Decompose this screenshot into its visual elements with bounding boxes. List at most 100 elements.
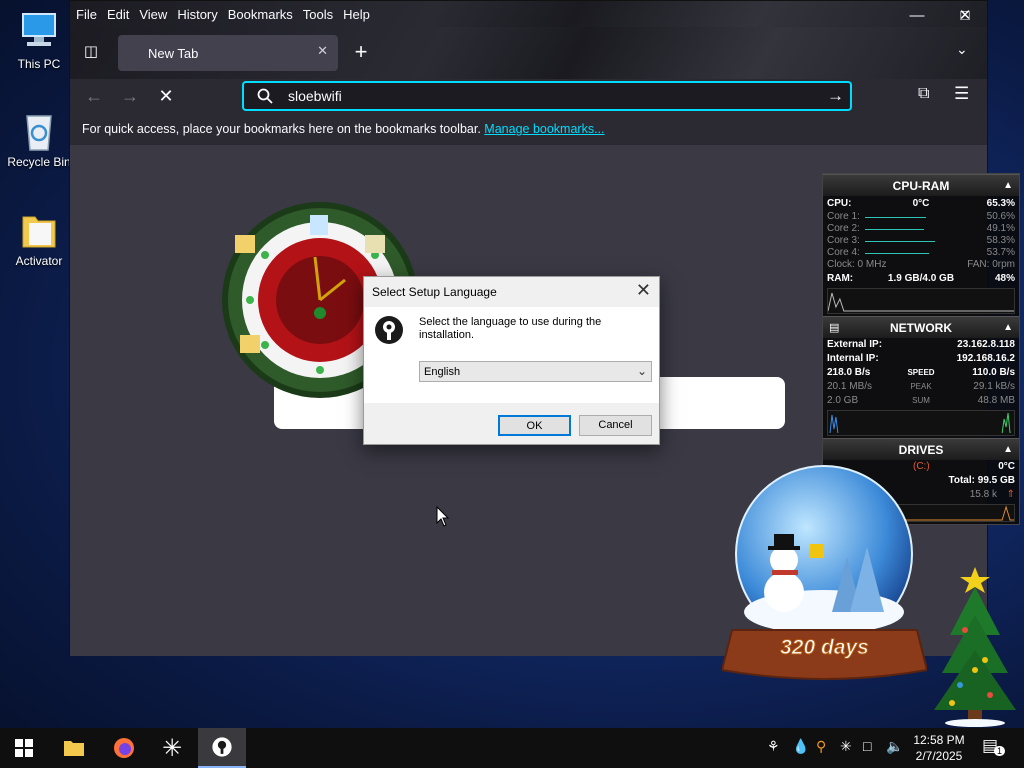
asterisk-app-icon: ✳: [161, 734, 183, 762]
fan-value: FAN: 0rpm: [967, 259, 1015, 270]
desktop-icon-recycle-bin[interactable]: Recycle Bin: [4, 108, 74, 169]
language-select[interactable]: English ⌄: [419, 361, 652, 382]
installer-icon: [375, 316, 403, 344]
menu-help[interactable]: Help: [343, 7, 370, 22]
file-explorer-button[interactable]: [50, 728, 98, 768]
go-arrow-icon[interactable]: →: [827, 86, 844, 106]
ram-value: 1.9 GB/4.0 GB: [887, 273, 955, 284]
peak-up: 29.1 kB/s: [973, 381, 1015, 392]
dialog-body: Select the language to use during the in…: [364, 307, 659, 403]
christmas-tree-widget: [934, 567, 1016, 727]
ram-row: RAM: 1.9 GB/4.0 GB 48%: [823, 271, 1019, 286]
language-selected-value: English: [424, 366, 461, 378]
desktop-icon-label: This PC: [17, 57, 61, 71]
url-bar[interactable]: sloebwifi →: [242, 81, 852, 111]
core-bar: [865, 253, 929, 254]
notification-center-button[interactable]: ▤ 1: [980, 736, 1006, 760]
stop-loading-button[interactable]: ✕: [152, 84, 180, 108]
core-label: Core 4:: [827, 247, 860, 258]
volume-icon[interactable]: 🔈: [886, 738, 903, 755]
app-menu-icon[interactable]: ☰: [954, 84, 969, 104]
desktop-icon-label: Activator: [15, 254, 63, 268]
network-graph-line: [829, 412, 1011, 434]
list-tabs-chevron-icon[interactable]: ⌄: [956, 41, 968, 58]
speed-up: 110.0 B/s: [972, 367, 1015, 378]
external-ip-label: External IP:: [827, 339, 883, 350]
menu-view[interactable]: View: [139, 7, 167, 22]
tab-close-icon[interactable]: ✕: [317, 43, 328, 59]
tab-title: New Tab: [148, 45, 199, 61]
dialog-message: Select the language to use during the in…: [419, 316, 602, 341]
clock-date: 2/7/2025: [915, 749, 963, 763]
menu-file[interactable]: File: [76, 7, 97, 22]
new-tab-button[interactable]: +: [348, 39, 374, 65]
cpu-usage: 65.3%: [986, 198, 1015, 209]
app-button[interactable]: ✳: [148, 728, 196, 768]
menu-tools[interactable]: Tools: [303, 7, 333, 22]
core-value: 58.3%: [986, 235, 1015, 246]
desktop-icon-activator[interactable]: Activator: [4, 207, 74, 268]
core-label: Core 3:: [827, 235, 860, 246]
ram-percent: 48%: [994, 273, 1015, 284]
firefox-button[interactable]: [100, 728, 148, 768]
extensions-icon[interactable]: ⧉: [918, 85, 929, 103]
clock-fan-row: Clock: 0 MHz FAN: 0rpm: [823, 259, 1019, 271]
monitor-icon: ▤: [829, 322, 840, 334]
core-value: 50.6%: [986, 211, 1015, 222]
recycle-bin-icon: [26, 115, 52, 151]
tab-new-tab[interactable]: New Tab ✕: [118, 35, 338, 71]
tab-manager-icon[interactable]: ◫: [80, 41, 102, 63]
collapse-icon[interactable]: ▲: [1003, 317, 1013, 339]
chevron-down-icon: ⌄: [636, 364, 647, 378]
computer-icon: [22, 13, 56, 46]
core-label: Core 1:: [827, 211, 860, 222]
menu-bookmarks[interactable]: Bookmarks: [228, 7, 293, 22]
search-icon: [257, 88, 273, 104]
folder-icon: [64, 741, 84, 756]
core-bar: [865, 229, 924, 230]
cpu-ram-header: CPU-RAM ▲: [823, 174, 1019, 196]
search-tray-icon[interactable]: ⚲: [816, 738, 826, 755]
droplet-icon[interactable]: 💧: [792, 738, 809, 755]
installer-taskbar-button[interactable]: [198, 728, 246, 768]
core-label: Core 2:: [827, 223, 860, 234]
cpu-graph-line: [827, 292, 1014, 312]
notification-count: 1: [994, 746, 1006, 756]
cancel-button[interactable]: Cancel: [579, 415, 652, 436]
dialog-close-icon[interactable]: ✕: [636, 280, 651, 301]
clock-time: 12:58 PM: [913, 733, 965, 747]
core-value: 49.1%: [986, 223, 1015, 234]
drive-total: Total: 99.5 GB: [948, 475, 1016, 486]
taskbar-clock[interactable]: 12:58 PM 2/7/2025: [908, 732, 970, 764]
menu-edit[interactable]: Edit: [107, 7, 129, 22]
ok-button[interactable]: OK: [498, 415, 571, 436]
asterisk-tray-icon[interactable]: ✳: [840, 738, 852, 755]
sum-up: 48.8 MB: [977, 395, 1015, 406]
core-row: Core 4: 53.7%: [823, 247, 1019, 259]
desktop-icon-this-pc[interactable]: This PC: [4, 10, 74, 71]
navigation-bar: ← → ✕ sloebwifi → ⧉ ☰: [70, 79, 987, 113]
internal-ip-row: Internal IP: 192.168.16.2: [823, 352, 1019, 366]
network-graph: [827, 410, 1015, 436]
collapse-icon[interactable]: ▲: [1003, 439, 1013, 461]
core-bar: [865, 241, 935, 242]
network-title: NETWORK: [890, 321, 952, 335]
core-row: Core 3: 58.3%: [823, 235, 1019, 247]
menu-history[interactable]: History: [177, 7, 217, 22]
manage-bookmarks-link[interactable]: Manage bookmarks...: [484, 122, 604, 136]
back-button[interactable]: ←: [80, 84, 108, 108]
folder-icon: [22, 216, 56, 248]
drives-header: DRIVES ▲: [823, 438, 1019, 460]
forward-button[interactable]: →: [116, 84, 144, 108]
taskbar: ✳ ⚘ 💧 ⚲ ✳ □ 🔈 12:58 PM 2/7/2025 ▤ 1: [0, 728, 1024, 768]
days-counter: 320 days: [780, 636, 870, 660]
start-button[interactable]: [0, 728, 48, 768]
core-row: Core 1: 50.6%: [823, 211, 1019, 223]
people-icon[interactable]: ⚘: [767, 738, 780, 755]
url-input-value[interactable]: sloebwifi: [288, 88, 342, 104]
windows-logo-icon: [15, 739, 33, 757]
collapse-icon[interactable]: ▲: [1003, 175, 1013, 197]
external-ip-value: 23.162.8.118: [957, 339, 1015, 350]
network-icon[interactable]: □: [863, 738, 871, 754]
network-header: ▤ NETWORK ▲: [823, 316, 1019, 338]
